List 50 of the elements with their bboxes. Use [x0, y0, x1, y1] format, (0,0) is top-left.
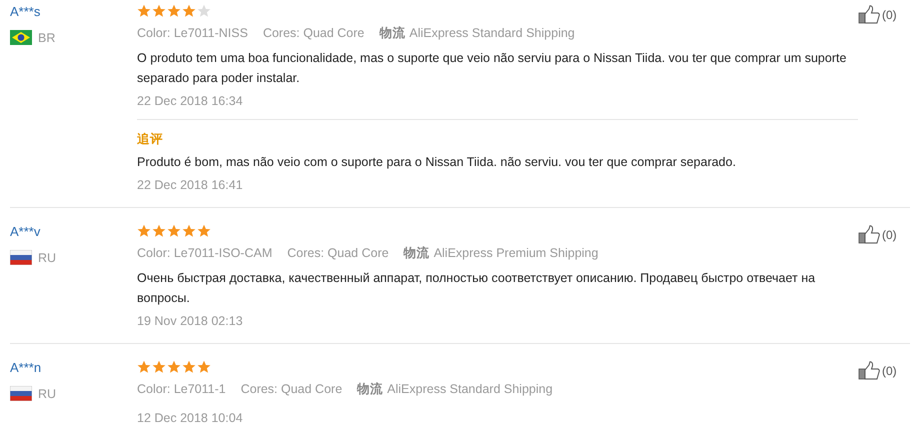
review-date: 12 Dec 2018 10:04 [137, 410, 244, 426]
country-code: RU [38, 386, 56, 400]
thumbs-up-icon [858, 5, 880, 24]
flag-icon [10, 30, 32, 45]
star-icon [182, 4, 196, 18]
thumbs-up-icon [858, 361, 880, 380]
star-icon [152, 360, 166, 374]
country-code: RU [38, 250, 56, 264]
shipping-label: 物流 [379, 25, 406, 41]
product-attribute: Color: Le7011-NISS [137, 25, 248, 41]
star-icon [152, 4, 166, 18]
star-icon [197, 224, 211, 238]
user-name[interactable]: A***v [10, 223, 40, 241]
star-icon [167, 360, 181, 374]
user-name[interactable]: A***s [10, 3, 40, 21]
star-icon [182, 360, 196, 374]
product-attribute: Color: Le7011-1 [137, 381, 226, 397]
user-name[interactable]: A***n [10, 359, 42, 377]
star-icon [197, 4, 211, 18]
shipping-label: 物流 [404, 245, 430, 261]
followup-label: 追评 [137, 131, 164, 148]
like-button[interactable]: (0) [858, 225, 910, 244]
review-text: O produto tem uma boa funcionalidade, mas o suporte que veio não serviu para o Nissan Tiida. vou ter que comprar um suporte separado para poder instalar. [137, 50, 848, 87]
star-icon [167, 4, 181, 18]
like-button[interactable]: (0) [858, 361, 910, 380]
star-icon [197, 360, 211, 374]
star-icon [182, 224, 196, 238]
product-attribute: Cores: Quad Core [262, 25, 364, 41]
shipping-method: AliExpress Standard Shipping [387, 381, 553, 397]
product-attribute: Cores: Quad Core [287, 245, 389, 261]
shipping-method: AliExpress Premium Shipping [434, 245, 598, 261]
flag-icon [10, 386, 32, 401]
shipping-label: 物流 [357, 381, 384, 397]
review-date: 22 Dec 2018 16:34 [137, 93, 244, 109]
country-code: BR [38, 30, 56, 44]
shipping-method: AliExpress Standard Shipping [409, 25, 575, 41]
flag-icon [10, 250, 32, 265]
product-attribute: Cores: Quad Core [240, 381, 342, 397]
star-icon [152, 224, 166, 238]
review-text: Produto é bom, mas não veio com o suporte para o Nissan Tiida. não serviu. vou ter que comprar separado. [137, 154, 737, 171]
thumbs-up-icon [858, 225, 880, 244]
review-date: 19 Nov 2018 02:13 [137, 313, 244, 329]
star-icon [167, 224, 181, 238]
review-date: 22 Dec 2018 16:41 [137, 177, 244, 193]
star-icon [137, 224, 151, 238]
star-icon [137, 4, 151, 18]
like-button[interactable]: (0) [858, 5, 910, 24]
star-icon [137, 360, 151, 374]
product-attribute: Color: Le7011-ISO-CAM [137, 245, 272, 261]
review-text: Очень быстрая доставка, качественный аппарат, полностью соответствует описанию. Продавец быстро отвечает на вопросы. [137, 270, 816, 307]
